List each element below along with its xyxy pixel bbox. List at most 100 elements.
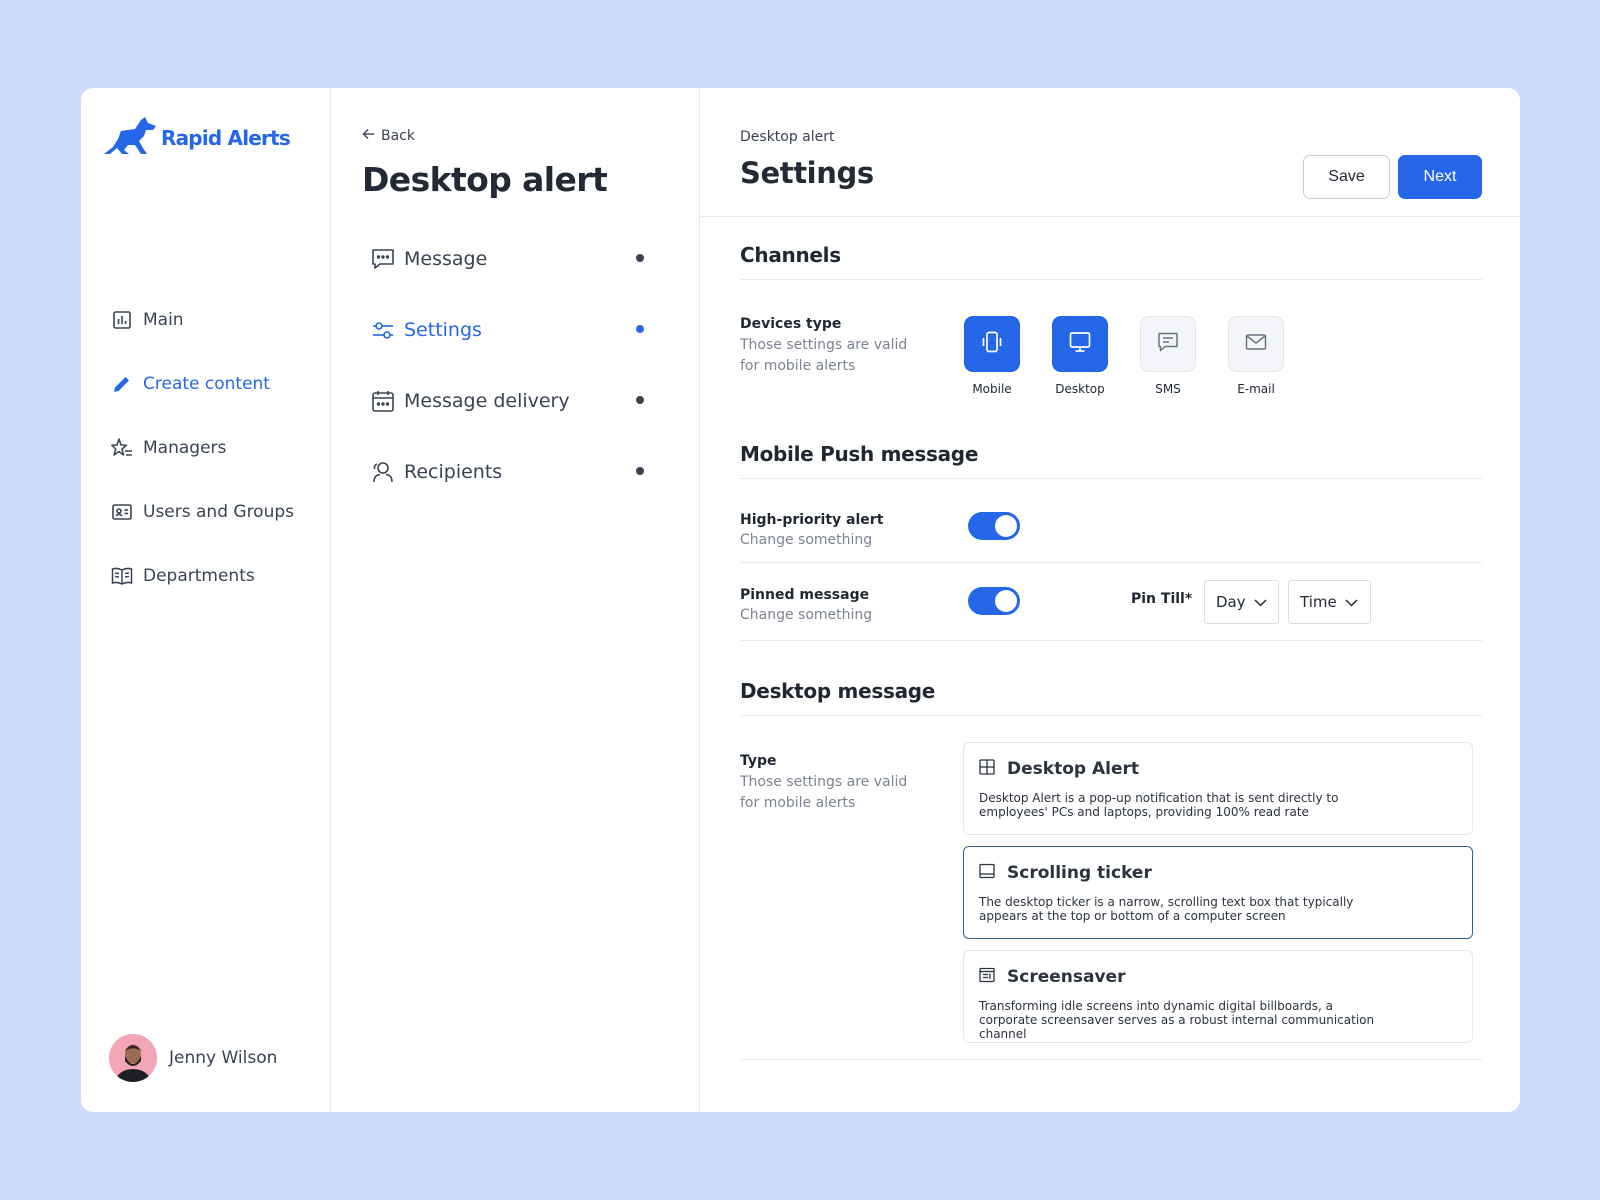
user-profile[interactable]: Jenny Wilson [109, 1034, 277, 1082]
device-label: SMS [1155, 382, 1181, 396]
calendar-icon [370, 388, 396, 414]
channels-title: Channels [740, 243, 1482, 280]
type-option-desktop-alert[interactable]: Desktop Alert Desktop Alert is a pop-up … [963, 742, 1473, 835]
users-icon [370, 459, 396, 485]
pinned-message-label: Pinned message [740, 587, 870, 603]
screensaver-icon [979, 967, 995, 987]
monitor-icon [1068, 330, 1092, 358]
sidebar-item-label: Users and Groups [143, 502, 295, 522]
sidebar-item-departments[interactable]: Departments [111, 544, 294, 608]
step-message[interactable]: Message [370, 223, 650, 294]
sidebar-item-main[interactable]: Main [111, 288, 294, 352]
divider [740, 562, 1482, 563]
pinned-message-desc: Change something [740, 607, 873, 623]
type-label: Type [740, 753, 777, 769]
page-title: Desktop alert [362, 160, 608, 199]
device-email[interactable]: E-mail [1228, 316, 1284, 396]
device-tile [1140, 316, 1196, 372]
toggle-knob [995, 590, 1017, 612]
device-sms[interactable]: SMS [1140, 316, 1196, 396]
type-option-screensaver[interactable]: Screensaver Transforming idle screens in… [963, 950, 1473, 1043]
logo[interactable]: Rapid Alerts [101, 114, 291, 162]
high-priority-toggle[interactable] [968, 512, 1020, 540]
id-card-icon [111, 501, 133, 523]
section-title: Settings [740, 156, 874, 190]
pinned-message-toggle[interactable] [968, 587, 1020, 615]
dog-logo-icon [101, 114, 159, 162]
avatar [109, 1034, 157, 1082]
type-head: Screensaver [979, 967, 1457, 987]
message-icon [1156, 330, 1180, 358]
type-description: Desktop Alert is a pop-up notification t… [979, 791, 1339, 819]
type-description: Transforming idle screens into dynamic d… [979, 999, 1375, 1041]
time-select-value: Time [1300, 593, 1337, 611]
step-label: Recipients [404, 460, 503, 483]
sidebar-item-label: Departments [143, 566, 255, 586]
device-tile [1228, 316, 1284, 372]
user-name: Jenny Wilson [169, 1048, 278, 1068]
step-settings[interactable]: Settings [370, 294, 650, 365]
channels-section: Channels Devices type Those settings are… [740, 243, 1482, 426]
breadcrumb: Desktop alert [740, 129, 835, 145]
step-status-dot [636, 254, 644, 262]
day-select[interactable]: Day [1204, 580, 1279, 624]
step-list: Message Settings Message delivery Recipi… [370, 223, 650, 507]
star-list-icon [111, 437, 133, 459]
type-name: Scrolling ticker [1007, 863, 1152, 883]
device-selector: Mobile Desktop SMS E-mail [964, 316, 1284, 396]
desktop-message-title: Desktop message [740, 679, 1482, 716]
mobile-icon [980, 330, 1004, 358]
step-status-dot [636, 325, 644, 333]
device-tile [1052, 316, 1108, 372]
settings-panel: Desktop alert Settings Save Next Channel… [701, 88, 1520, 1112]
book-icon [111, 565, 133, 587]
back-link[interactable]: Back [362, 128, 415, 144]
type-head: Desktop Alert [979, 759, 1457, 779]
app-name: Rapid Alerts [161, 126, 291, 150]
high-priority-label: High-priority alert [740, 512, 884, 528]
sidebar: Rapid Alerts Main Create content Manager… [81, 88, 331, 1112]
save-button[interactable]: Save [1303, 155, 1390, 199]
device-mobile[interactable]: Mobile [964, 316, 1020, 396]
divider [740, 640, 1482, 641]
step-label: Settings [404, 318, 482, 341]
back-label: Back [381, 128, 415, 144]
device-label: Mobile [972, 382, 1012, 396]
high-priority-desc: Change something [740, 532, 873, 548]
alert-steps-panel: Back Desktop alert Message Settings Mess… [332, 88, 700, 1112]
time-select[interactable]: Time [1288, 580, 1371, 624]
mobile-push-title: Mobile Push message [740, 442, 1482, 479]
sidebar-item-managers[interactable]: Managers [111, 416, 294, 480]
type-name: Screensaver [1007, 967, 1126, 987]
step-status-dot [636, 396, 644, 404]
chat-icon [370, 246, 396, 272]
step-status-dot [636, 467, 644, 475]
step-recipients[interactable]: Recipients [370, 436, 650, 507]
settings-header: Desktop alert Settings Save Next [701, 88, 1520, 217]
pencil-icon [111, 373, 133, 395]
sidebar-item-create-content[interactable]: Create content [111, 352, 294, 416]
ticker-icon [979, 863, 995, 883]
chevron-down-icon [1345, 593, 1358, 611]
chart-icon [111, 309, 133, 331]
devices-type-desc: Those settings are valid for mobile aler… [740, 337, 908, 374]
step-label: Message delivery [404, 389, 570, 412]
step-message-delivery[interactable]: Message delivery [370, 365, 650, 436]
next-button[interactable]: Next [1398, 155, 1482, 199]
type-option-scrolling-ticker[interactable]: Scrolling ticker The desktop ticker is a… [963, 846, 1473, 939]
type-head: Scrolling ticker [979, 863, 1457, 883]
type-name: Desktop Alert [1007, 759, 1139, 779]
arrow-left-icon [362, 128, 375, 144]
chevron-down-icon [1254, 593, 1267, 611]
divider [740, 1059, 1482, 1060]
sidebar-item-label: Main [143, 310, 184, 330]
device-desktop[interactable]: Desktop [1052, 316, 1108, 396]
day-select-value: Day [1216, 593, 1246, 611]
device-label: Desktop [1055, 382, 1105, 396]
step-label: Message [404, 247, 488, 270]
devices-type-label: Devices type [740, 316, 842, 332]
sidebar-item-users-and-groups[interactable]: Users and Groups [111, 480, 294, 544]
type-description: The desktop ticker is a narrow, scrollin… [979, 895, 1354, 923]
type-desc: Those settings are valid for mobile aler… [740, 774, 908, 811]
device-tile [964, 316, 1020, 372]
